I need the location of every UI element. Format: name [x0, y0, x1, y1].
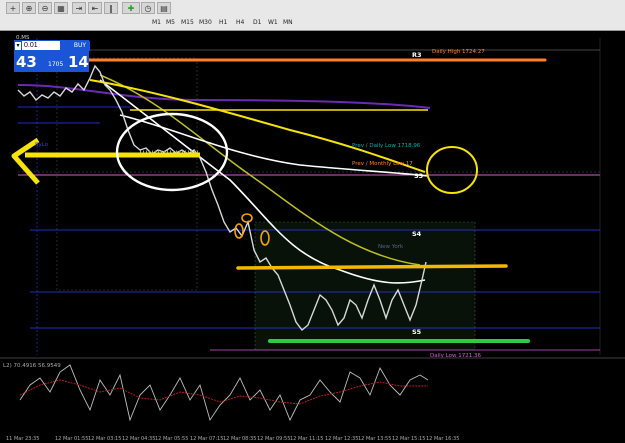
timeframe-h4[interactable]: H4: [234, 17, 247, 28]
ask-price-big[interactable]: 14: [68, 53, 89, 71]
timeframe-mn[interactable]: MN: [281, 17, 295, 28]
time-label: 11 Mar 23:35: [6, 436, 39, 442]
bid-price-big[interactable]: 43: [16, 53, 37, 71]
time-label: 12 Mar 01:55: [55, 436, 88, 442]
time-label: 12 Mar 11:15: [290, 436, 323, 442]
indicators-icon[interactable]: ✚: [122, 2, 140, 14]
white-circle-annotation: [115, 112, 229, 192]
purple-ma: [17, 84, 431, 109]
time-label: 12 Mar 15:15: [392, 436, 425, 442]
yellow-resistance-line: [236, 264, 508, 270]
zoom-out-icon[interactable]: ⊖: [38, 2, 52, 14]
orange-mark-2: [241, 213, 253, 223]
period-icon[interactable]: ◷: [141, 2, 155, 14]
chart-shift-icon[interactable]: ⇤: [88, 2, 102, 14]
chart-toolbar: + ⊕ ⊖ ▦ ⇥ ⇤ ‖ ✚ ◷ ▤ M1 M5 M15 M30 H1 H4 …: [0, 0, 625, 31]
yellow-circle-annotation: [426, 146, 478, 194]
time-label: 12 Mar 05:55: [155, 436, 188, 442]
price-chart[interactable]: 0.MS R3 Daily High 1724.27 Prev / Daily …: [0, 30, 625, 443]
trade-panel-menu-icon[interactable]: ▾: [15, 42, 21, 50]
time-label: 12 Mar 13:55: [358, 436, 391, 442]
timeframe-d1[interactable]: D1: [251, 17, 264, 28]
buy-button[interactable]: BUY: [70, 41, 90, 51]
time-label: 12 Mar 07:15: [190, 436, 223, 442]
time-label: 12 Mar 08:35: [223, 436, 256, 442]
time-label: 12 Mar 03:15: [88, 436, 121, 442]
s4-label: S4: [412, 230, 422, 238]
timeframe-m5[interactable]: M5: [164, 17, 177, 28]
prev-monthly-low-label: Prev / Monthly Low 17: [352, 161, 413, 167]
zoom-in-icon[interactable]: ⊕: [22, 2, 36, 14]
timeframe-m1[interactable]: M1: [150, 17, 163, 28]
daily-high-label: Daily High 1724.27: [432, 49, 485, 55]
timeframe-w1[interactable]: W1: [266, 17, 280, 28]
prev-daily-low-label: Prev / Daily Low 1718.96: [352, 143, 421, 149]
new-york-label: New York: [378, 244, 404, 250]
lot-size-input[interactable]: [22, 41, 60, 50]
timeframe-h1[interactable]: H1: [217, 17, 230, 28]
time-label: 12 Mar 16:35: [426, 436, 459, 442]
oscillator-main: [19, 364, 429, 422]
r3-label: R3: [412, 51, 422, 59]
s5-label: S5: [412, 328, 422, 336]
tile-icon[interactable]: ▦: [54, 2, 68, 14]
time-label: 12 Mar 04:35: [122, 436, 155, 442]
timeframe-m15[interactable]: M15: [179, 17, 196, 28]
crosshair-icon[interactable]: +: [6, 2, 20, 14]
spread-price: 1705: [48, 61, 64, 68]
s3-label: S3: [414, 172, 423, 180]
autoscroll-icon[interactable]: ⇥: [72, 2, 86, 14]
timeframe-m30[interactable]: M30: [197, 17, 214, 28]
indicator-label: L2) 70.4916 56.9549: [3, 363, 61, 369]
templates-icon[interactable]: ▤: [157, 2, 171, 14]
time-label: 12 Mar 12:35: [325, 436, 358, 442]
bar-chart-icon[interactable]: ‖: [104, 2, 118, 14]
time-label: 12 Mar 09:55: [257, 436, 290, 442]
sydney-label: SyLo: [35, 142, 49, 148]
yellow-ma: [89, 79, 426, 173]
